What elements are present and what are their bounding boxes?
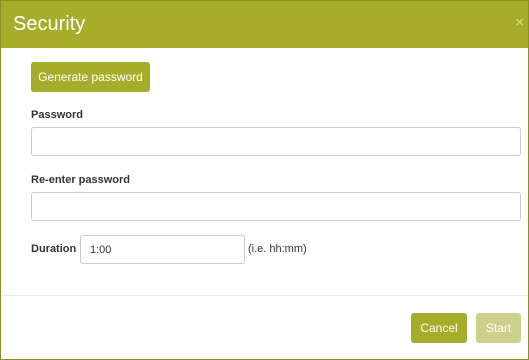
reenter-password-label: Re-enter password (31, 174, 131, 186)
duration-input[interactable] (80, 235, 245, 264)
password-input[interactable] (31, 127, 521, 156)
start-button[interactable]: Start (476, 313, 521, 343)
footer-divider (1, 295, 528, 296)
security-dialog: Security × Generate password Password Re… (0, 0, 529, 360)
close-icon[interactable]: × (515, 15, 524, 30)
duration-format-hint: (i.e. hh:mm) (248, 243, 307, 255)
reenter-password-input[interactable] (31, 192, 521, 221)
password-label: Password (31, 109, 83, 121)
cancel-button[interactable]: Cancel (411, 313, 467, 343)
duration-label: Duration (31, 243, 77, 255)
generate-password-button[interactable]: Generate password (31, 62, 150, 92)
dialog-header: Security × (1, 1, 528, 48)
dialog-title: Security (13, 13, 86, 35)
